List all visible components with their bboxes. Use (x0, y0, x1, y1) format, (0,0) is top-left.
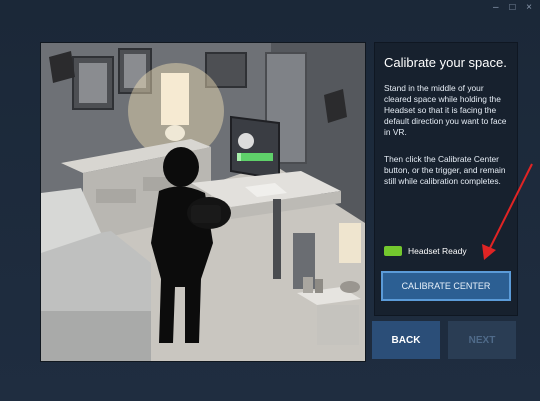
annotation-arrow-icon (482, 163, 533, 260)
setup-window: – □ × Calibrate your space. Stand in the… (0, 0, 540, 401)
status-label: Headset Ready (408, 246, 467, 256)
window-controls[interactable]: – □ × (493, 2, 536, 13)
calibrate-center-button[interactable]: CALIBRATE CENTER (381, 271, 511, 301)
panel-title: Calibrate your space. (384, 55, 507, 70)
back-button[interactable]: BACK (372, 321, 440, 359)
next-button[interactable]: NEXT (448, 321, 516, 359)
headset-status: Headset Ready (384, 246, 467, 256)
status-indicator-icon (384, 246, 402, 256)
room-illustration (40, 42, 366, 362)
instructions-text-1: Stand in the middle of your cleared spac… (384, 83, 507, 137)
